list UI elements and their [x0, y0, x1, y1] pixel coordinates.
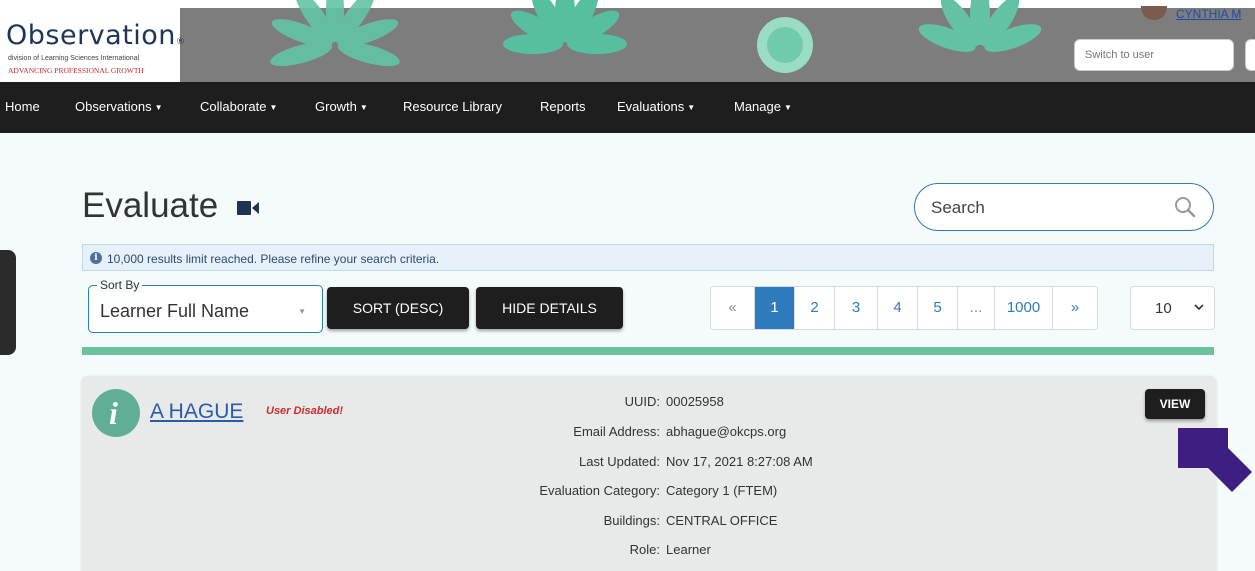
nav-item-growth[interactable]: Growth ▼ [315, 99, 368, 114]
learner-info-icon: i [92, 389, 140, 437]
annotation-arrow-icon [1178, 428, 1252, 492]
nav-item-reports[interactable]: Reports [540, 99, 586, 114]
logo-subtitle: division of Learning Sciences Internatio… [8, 55, 140, 62]
user-name-link[interactable]: CYNTHIA M [1176, 7, 1241, 21]
switch-user-input[interactable]: Switch to user [1074, 39, 1234, 71]
search-field[interactable] [914, 183, 1214, 231]
main-nav: Home Observations ▼ Collaborate ▼ Growth ▼ … [0, 82, 1255, 133]
nav-item-home[interactable]: Home [5, 99, 40, 114]
search-icon[interactable] [1174, 196, 1196, 218]
detail-label: UUID: [624, 394, 660, 409]
detail-value: Learner [666, 542, 711, 557]
section-divider [82, 347, 1214, 355]
logo-title: Observation® [6, 20, 186, 51]
header-flower-decoration [503, 0, 627, 54]
caret-down-icon: ▼ [298, 307, 306, 316]
caret-down-icon: ▼ [154, 103, 163, 112]
logo-tagline: ADVANCING PROFESSIONAL GROWTH [8, 66, 144, 75]
sort-by-label: Sort By [97, 278, 143, 292]
pagination-page[interactable]: 1 [755, 287, 795, 329]
pagination: « 1 2 3 4 5 ... 1000 » [710, 286, 1098, 330]
detail-label: Role: [629, 542, 660, 557]
switch-user-button[interactable] [1245, 39, 1255, 71]
info-icon: i [90, 252, 102, 264]
detail-label: Evaluation Category: [539, 483, 660, 498]
caret-down-icon: ▼ [687, 103, 696, 112]
detail-value: abhague@okcps.org [666, 424, 787, 439]
video-camera-icon[interactable] [237, 201, 259, 215]
results-per-page-value: 10 [1155, 300, 1172, 317]
pagination-page[interactable]: 4 [878, 287, 918, 329]
detail-label: Email Address: [573, 424, 660, 439]
header-flower-decoration [270, 0, 400, 67]
detail-label: Buildings: [603, 513, 660, 528]
pagination-last-page[interactable]: 1000 [995, 287, 1053, 329]
results-per-page-select[interactable]: 10 [1130, 286, 1215, 330]
sort-by-value: Learner Full Name [100, 301, 250, 321]
pagination-next[interactable]: » [1053, 287, 1097, 329]
results-limit-message: 10,000 results limit reached. Please ref… [107, 252, 440, 266]
chevron-down-icon [1194, 304, 1204, 311]
caret-down-icon: ▼ [783, 103, 792, 112]
search-input[interactable] [931, 196, 1151, 220]
site-header: Observation® division of Learning Scienc… [0, 0, 1255, 82]
detail-value: 00025958 [666, 394, 724, 409]
caret-down-icon: ▼ [269, 103, 278, 112]
view-button[interactable]: VIEW [1145, 389, 1205, 419]
detail-value: CENTRAL OFFICE [666, 513, 778, 528]
nav-item-manage[interactable]: Manage ▼ [734, 99, 792, 114]
detail-value: Category 1 (FTEM) [666, 483, 778, 498]
pagination-ellipsis: ... [958, 287, 995, 329]
sort-desc-button[interactable]: SORT (DESC) [327, 287, 469, 329]
results-limit-alert: i 10,000 results limit reached. Please r… [82, 244, 1214, 271]
sort-by-select[interactable]: Sort By Learner Full Name ▼ [88, 278, 323, 333]
logo-registered-mark: ® [175, 37, 186, 47]
user-status-badge: User Disabled! [266, 405, 344, 417]
pagination-page[interactable]: 2 [795, 287, 835, 329]
nav-item-resource-library[interactable]: Resource Library [403, 99, 502, 114]
pagination-page[interactable]: 5 [918, 287, 958, 329]
pagination-prev[interactable]: « [711, 287, 755, 329]
pagination-page[interactable]: 3 [835, 287, 878, 329]
nav-item-observations[interactable]: Observations ▼ [75, 99, 163, 114]
nav-item-evaluations[interactable]: Evaluations ▼ [617, 99, 695, 114]
caret-down-icon: ▼ [359, 103, 368, 112]
hide-details-button[interactable]: HIDE DETAILS [476, 287, 623, 329]
nav-item-collaborate[interactable]: Collaborate ▼ [200, 99, 277, 114]
side-panel-tab[interactable] [0, 250, 16, 355]
logo[interactable]: Observation® division of Learning Scienc… [0, 8, 185, 82]
header-flower-decoration [757, 17, 813, 73]
learner-name-link[interactable]: A HAGUE [150, 400, 243, 424]
detail-value: Nov 17, 2021 8:27:08 AM [666, 454, 813, 469]
header-flower-decoration [918, 0, 1042, 52]
detail-label: Last Updated: [579, 454, 660, 469]
user-avatar[interactable] [1141, 6, 1167, 20]
page-title: Evaluate [82, 186, 219, 225]
